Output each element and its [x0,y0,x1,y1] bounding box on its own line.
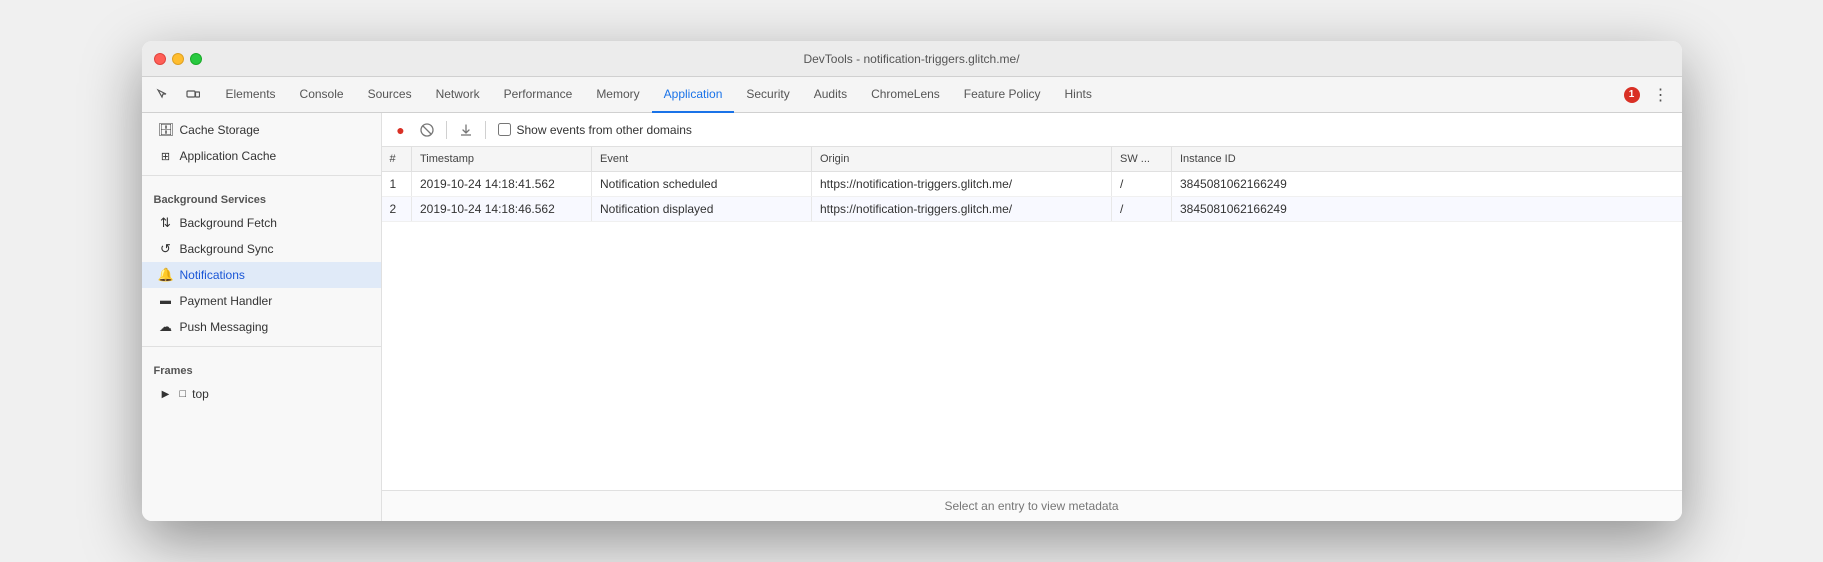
cell-num: 2 [382,197,412,222]
cache-storage-icon: 🗄 [158,122,174,138]
cell-sw: / [1112,172,1172,197]
sidebar-divider-1 [142,175,381,176]
clear-button[interactable] [416,119,438,141]
toolbar: ● Show even [382,113,1682,147]
tab-elements[interactable]: Elements [214,77,288,113]
payment-handler-icon: ▬ [158,295,174,307]
col-header-origin: Origin [812,147,1112,172]
main-panel: ● Show even [382,113,1682,521]
application-cache-icon: ⊞ [158,150,174,163]
tab-sources[interactable]: Sources [356,77,424,113]
tab-hints[interactable]: Hints [1053,77,1104,113]
cell-origin: https://notification-triggers.glitch.me/ [812,172,1112,197]
show-events-checkbox[interactable] [498,123,511,136]
sidebar: 🗄 Cache Storage ⊞ Application Cache Back… [142,113,382,521]
col-header-num: # [382,147,412,172]
title-bar: DevTools - notification-triggers.glitch.… [142,41,1682,77]
tab-bar-right: 1 ⋮ [1624,82,1674,108]
col-header-event: Event [592,147,812,172]
background-fetch-icon: ⇅ [158,215,174,231]
sidebar-item-background-sync[interactable]: ↺ Background Sync [142,236,381,262]
inspect-icon[interactable] [150,82,176,108]
push-messaging-icon: ☁ [158,319,174,335]
col-header-timestamp: Timestamp [412,147,592,172]
sidebar-item-top-frame[interactable]: ▶ □ top [142,381,381,407]
sidebar-item-background-fetch[interactable]: ⇅ Background Fetch [142,210,381,236]
tab-performance[interactable]: Performance [492,77,585,113]
col-header-instance-id: Instance ID [1172,147,1682,172]
tab-chromelens[interactable]: ChromeLens [859,77,952,113]
notifications-table: # Timestamp Event Origin SW ... Instance… [382,147,1682,222]
frames-label: Frames [142,353,381,381]
error-badge: 1 [1624,87,1640,103]
cell-event: Notification displayed [592,197,812,222]
table-row[interactable]: 2 2019-10-24 14:18:46.562 Notification d… [382,197,1682,222]
sidebar-item-push-messaging[interactable]: ☁ Push Messaging [142,314,381,340]
sidebar-divider-2 [142,346,381,347]
record-button[interactable]: ● [390,119,412,141]
background-sync-icon: ↺ [158,241,174,257]
cell-sw: / [1112,197,1172,222]
cell-instance-id: 3845081062166249 [1172,197,1682,222]
sidebar-item-payment-handler[interactable]: ▬ Payment Handler [142,288,381,314]
download-button[interactable] [455,119,477,141]
frame-arrow-icon: ▶ [158,389,174,400]
traffic-lights [154,53,202,65]
tab-audits[interactable]: Audits [802,77,859,113]
tab-feature-policy[interactable]: Feature Policy [952,77,1053,113]
cell-timestamp: 2019-10-24 14:18:46.562 [412,197,592,222]
sidebar-item-application-cache[interactable]: ⊞ Application Cache [142,143,381,169]
show-events-checkbox-label[interactable]: Show events from other domains [498,123,692,137]
tab-bar: Elements Console Sources Network Perform… [142,77,1682,113]
device-icon[interactable] [180,82,206,108]
close-button[interactable] [154,53,166,65]
error-count: 1 [1624,87,1640,103]
toolbar-divider-1 [446,121,447,139]
toolbar-divider-2 [485,121,486,139]
more-options-icon[interactable]: ⋮ [1648,82,1674,108]
tab-console[interactable]: Console [288,77,356,113]
minimize-button[interactable] [172,53,184,65]
cell-instance-id: 3845081062166249 [1172,172,1682,197]
cell-origin: https://notification-triggers.glitch.me/ [812,197,1112,222]
table-header-row: # Timestamp Event Origin SW ... Instance… [382,147,1682,172]
background-services-label: Background Services [142,182,381,210]
sidebar-item-cache-storage[interactable]: 🗄 Cache Storage [142,117,381,143]
tab-application[interactable]: Application [652,77,735,113]
footer-text: Select an entry to view metadata [944,499,1118,513]
footer-bar: Select an entry to view metadata [382,490,1682,521]
devtools-window: DevTools - notification-triggers.glitch.… [142,41,1682,521]
tab-memory[interactable]: Memory [584,77,651,113]
maximize-button[interactable] [190,53,202,65]
tab-network[interactable]: Network [424,77,492,113]
table-container[interactable]: # Timestamp Event Origin SW ... Instance… [382,147,1682,490]
window-title: DevTools - notification-triggers.glitch.… [803,52,1019,66]
cell-event: Notification scheduled [592,172,812,197]
table-row[interactable]: 1 2019-10-24 14:18:41.562 Notification s… [382,172,1682,197]
notifications-icon: 🔔 [158,267,174,283]
cell-timestamp: 2019-10-24 14:18:41.562 [412,172,592,197]
cell-num: 1 [382,172,412,197]
tab-security[interactable]: Security [734,77,801,113]
col-header-sw: SW ... [1112,147,1172,172]
main-content: 🗄 Cache Storage ⊞ Application Cache Back… [142,113,1682,521]
tab-bar-icons [150,82,206,108]
sidebar-item-notifications[interactable]: 🔔 Notifications [142,262,381,288]
